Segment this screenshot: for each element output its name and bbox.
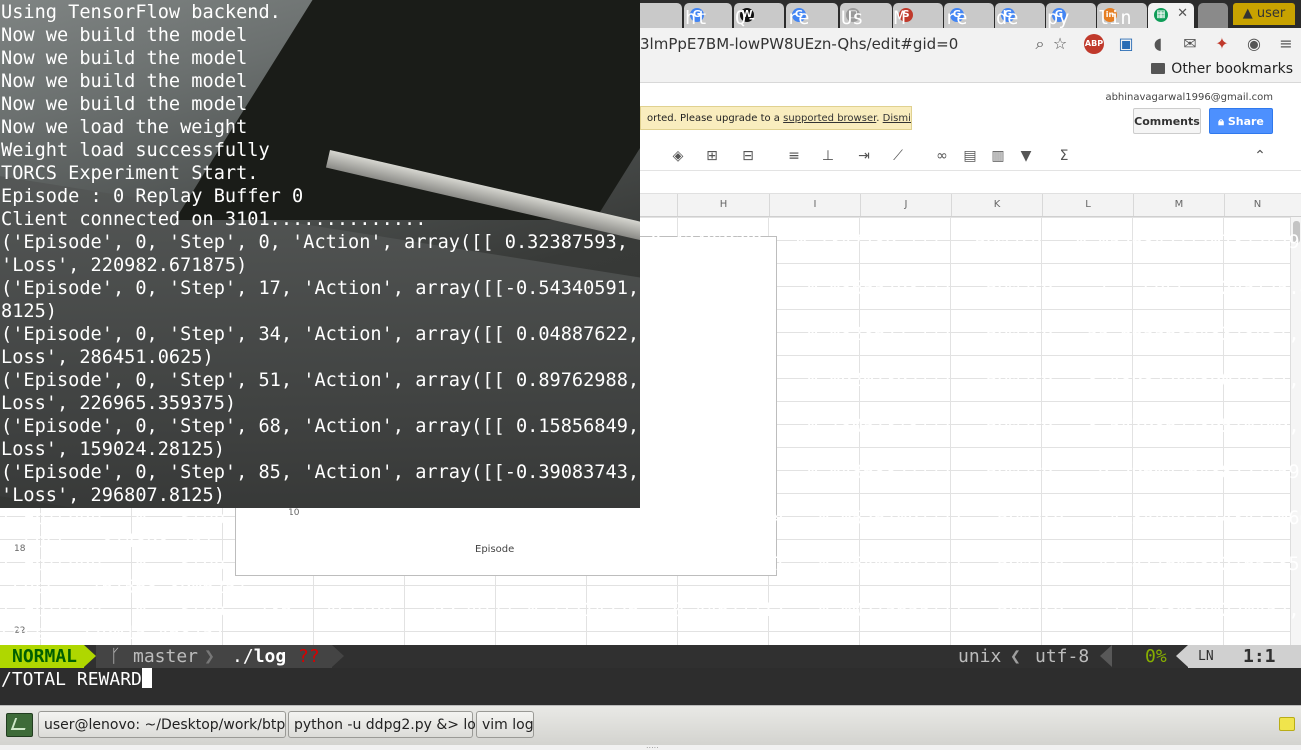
buffer-line: ('Episode', 0, 'Step', 51, 'Action', arr… bbox=[1, 370, 1301, 391]
buffer-line: ('Episode', 0, 'Step', 102, 'Action', ar… bbox=[1, 508, 1301, 529]
buffer-line: ('Episode', 0, 'Step', 85, 'Action', arr… bbox=[1, 462, 1301, 483]
powerline-separator bbox=[332, 645, 344, 667]
buffer-line: Loss', 229015.46875) bbox=[1, 623, 225, 644]
buffer-line: Loss', 286451.0625) bbox=[1, 347, 214, 368]
scroll-percent: 0% bbox=[1145, 646, 1167, 667]
buffer-line: Using TensorFlow backend. bbox=[1, 2, 281, 23]
buffer-line: Now we build the model bbox=[1, 48, 248, 69]
vim-buffer[interactable]: Using TensorFlow backend. Now we build t… bbox=[0, 0, 1301, 645]
buffer-line: 8125) bbox=[1, 301, 57, 322]
taskbar-item-vim[interactable]: vim log bbox=[476, 711, 534, 738]
taskbar-item-python[interactable]: python -u ddpg2.py &> log bbox=[288, 711, 485, 738]
search-command[interactable]: /TOTAL REWARD bbox=[1, 668, 152, 691]
file-encoding: utf-8 bbox=[1035, 646, 1090, 667]
taskbar: user@lenovo: ~/Desktop/work/btp python -… bbox=[0, 705, 1301, 750]
powerline-separator bbox=[1100, 645, 1112, 667]
buffer-line: ('Episode', 0, 'Step', 68, 'Action', arr… bbox=[1, 416, 1301, 437]
powerline-separator bbox=[84, 645, 96, 667]
buffer-line: Loss', 226965.359375) bbox=[1, 393, 237, 414]
buffer-line: 'Loss', 161568.390625) bbox=[1, 577, 248, 598]
buffer-line: 'Loss', 220982.671875) bbox=[1, 255, 248, 276]
buffer-line: Now we build the model bbox=[1, 94, 248, 115]
notification-icon[interactable] bbox=[1279, 717, 1295, 731]
git-branch: master bbox=[133, 646, 199, 667]
buffer-line: Loss', 159024.28125) bbox=[1, 439, 225, 460]
panel-grip: ..... bbox=[646, 741, 659, 750]
vim-command-line[interactable]: /TOTAL REWARD bbox=[0, 668, 1301, 691]
file-format: unix bbox=[958, 646, 1002, 667]
powerline-separator bbox=[1176, 645, 1188, 667]
buffer-line: 'Loss', 296807.8125) bbox=[1, 485, 225, 506]
buffer-line: Episode : 0 Replay Buffer 0 bbox=[1, 186, 304, 207]
cursor-position: 1:1 bbox=[1243, 646, 1276, 667]
separator-icon: ❯ bbox=[204, 646, 215, 667]
buffer-line: Weight load successfully bbox=[1, 140, 270, 161]
buffer-line: ('Episode', 0, 'Step', 34, 'Action', arr… bbox=[1, 324, 1301, 345]
buffer-line: Now we build the model bbox=[1, 71, 248, 92]
buffer-line: ('Episode', 0, 'Step', 17, 'Action', arr… bbox=[1, 278, 1301, 299]
buffer-line: Client connected on 3101.............. bbox=[1, 209, 427, 230]
modified-flag: ?? bbox=[298, 646, 320, 667]
buffer-line: Now we build the model bbox=[1, 25, 248, 46]
show-desktop-icon[interactable] bbox=[6, 713, 33, 737]
buffer-line: TORCS Experiment Start. bbox=[1, 163, 259, 184]
buffer-line: 'Loss', 314893.25) bbox=[1, 531, 214, 552]
git-branch-icon: ᚴ bbox=[110, 646, 121, 667]
separator-icon: ❮ bbox=[1010, 646, 1021, 667]
buffer-line: ('Episode', 0, 'Step', 136, 'Action', ar… bbox=[1, 600, 1301, 621]
vim-mode-indicator: NORMAL bbox=[0, 645, 84, 668]
line-number-icon: LN bbox=[1198, 649, 1214, 664]
buffer-line: ('Episode', 0, 'Step', 0, 'Action', arra… bbox=[1, 232, 1301, 253]
file-name: ./log bbox=[232, 646, 287, 667]
taskbar-item-terminal[interactable]: user@lenovo: ~/Desktop/work/btp bbox=[38, 711, 286, 738]
buffer-line: ('Episode', 0, 'Step', 119, 'Action', ar… bbox=[1, 554, 1301, 575]
buffer-line: Now we load the weight bbox=[1, 117, 248, 138]
vim-statusline: NORMAL ᚴ master ❯ ./log ?? unix ❮ utf-8 … bbox=[0, 645, 1301, 668]
text-cursor bbox=[141, 668, 152, 688]
